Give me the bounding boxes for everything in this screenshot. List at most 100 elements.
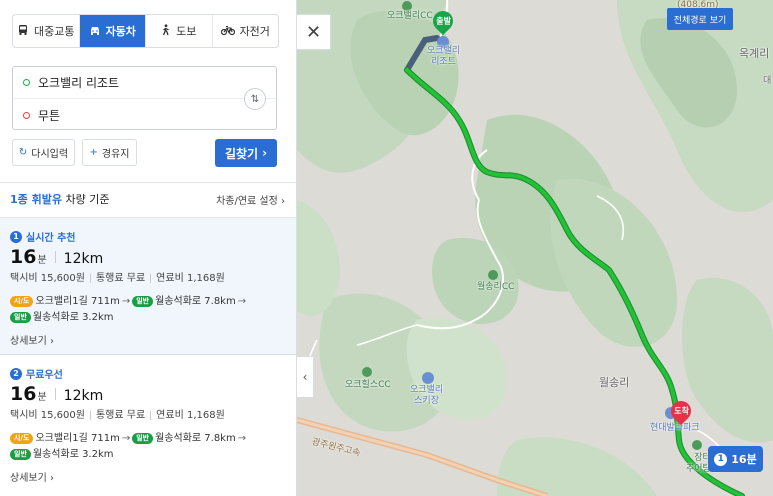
chevron-right-icon: › — [262, 146, 268, 160]
map-label-daehan: 대 — [763, 76, 772, 86]
road-type-badge: 일반 — [10, 311, 31, 323]
fuel-cost: 연료비 1,168원 — [156, 273, 225, 284]
result-header: 2 무료우선 — [10, 366, 287, 381]
map-label-oak-cc: 오크밸리CC — [387, 11, 433, 21]
result-roads: 시/도 오크밸리1길 711m → 일반 월송석화로 7.8km → 일반 월송석화로 3.… — [10, 294, 287, 326]
road-type-badge: 시/도 — [10, 432, 34, 444]
route-time-label: 16분 — [731, 453, 757, 466]
result-costs: 택시비 15,600원 통행료 무료 연료비 1,168원 — [10, 269, 287, 284]
route-result-2[interactable]: 2 무료우선 16 분 12km 택시비 15,600원 통행료 무료 연료비 1,… — [0, 355, 296, 496]
result-label: 실시간 추천 — [26, 233, 76, 244]
road-segment: 월송석화로 3.2km — [32, 312, 114, 323]
end-marker-label: 도착 — [673, 406, 689, 416]
road-segment: 월송석화로 7.8km — [155, 296, 236, 307]
origin-field[interactable]: 오크밸리 리조트 — [13, 67, 276, 99]
result-number-badge: 2 — [10, 367, 22, 380]
taxi-fare: 택시비 15,600원 — [10, 273, 85, 284]
swap-arrows-icon: ⇅ — [250, 93, 260, 105]
tab-walk[interactable]: 도보 — [146, 15, 213, 47]
result-roads: 시/도 오크밸리1길 711m → 일반 월송석화로 7.8km → 일반 월송석화로 3.… — [10, 431, 287, 463]
road-type-badge: 일반 — [10, 448, 31, 460]
vehicle-settings-label: 차종/연료 설정 — [216, 195, 278, 207]
tab-bike[interactable]: 자전거 — [213, 15, 279, 47]
result-distance: 12km — [63, 388, 104, 404]
road-type-badge: 일반 — [132, 432, 154, 444]
waypoint-label: 경유지 — [101, 149, 130, 160]
vehicle-basis: 1종 휘발유 차량 기준 — [10, 191, 109, 207]
fuel-cost: 연료비 1,168원 — [156, 410, 225, 421]
origin-dot-icon — [23, 79, 30, 86]
separator — [54, 388, 56, 400]
add-waypoint-button[interactable]: + 경유지 — [82, 139, 137, 166]
road-segment: 오크밸리1길 711m — [35, 296, 120, 307]
tab-transit[interactable]: 대중교통 — [13, 15, 80, 47]
search-route-label: 길찾기 — [224, 146, 259, 161]
map-label-hyundai: 현대발라파크 — [650, 423, 700, 433]
map-label-okgye: 옥계리 — [739, 47, 770, 60]
toll-fee: 통행료 무료 — [95, 410, 146, 421]
arrow-right-icon: → — [237, 296, 247, 307]
directions-panel: 대중교통 자동차 도보 자전거 오크밸리 리조트 무튼 ⇅ ↻ 다시입력 + 경… — [0, 0, 297, 496]
vehicle-type-link[interactable]: 1종 휘발유 — [10, 193, 62, 206]
divider — [0, 182, 296, 183]
road-segment: 월송석화로 3.2km — [32, 449, 114, 460]
swap-route-button[interactable]: ⇅ — [244, 88, 266, 110]
result-costs: 택시비 15,600원 통행료 무료 연료비 1,168원 — [10, 406, 287, 421]
result-number-badge: 1 — [10, 230, 22, 243]
result-time-unit: 분 — [37, 392, 47, 403]
walk-icon — [161, 24, 171, 38]
close-panel-button[interactable]: ✕ — [297, 14, 331, 50]
map-label-wolsong-ri: 월송리 — [599, 376, 630, 389]
reset-label: 다시입력 — [31, 149, 69, 160]
separator — [54, 251, 56, 263]
refresh-icon: ↻ — [18, 147, 28, 158]
vehicle-basis-suffix: 차량 기준 — [65, 193, 110, 206]
route-actions: ↻ 다시입력 + 경유지 길찾기 › — [12, 139, 277, 167]
search-route-button[interactable]: 길찾기 › — [215, 139, 277, 167]
arrow-right-icon: → — [237, 433, 247, 444]
vehicle-settings-row: 1종 휘발유 차량 기준 차종/연료 설정 › — [10, 190, 285, 208]
destination-field[interactable]: 무튼 — [13, 99, 276, 131]
map-label-wolsong-cc: 월송리CC — [477, 282, 515, 292]
bus-icon — [17, 24, 29, 38]
toll-fee: 통행료 무료 — [95, 273, 146, 284]
details-link[interactable]: 상세보기 › — [10, 469, 287, 484]
result-label: 무료우선 — [26, 370, 63, 381]
result-header: 1 실시간 추천 — [10, 229, 287, 244]
route-result-1[interactable]: 1 실시간 추천 16 분 12km 택시비 15,600원 통행료 무료 연료비 … — [0, 217, 296, 355]
close-icon: ✕ — [305, 21, 322, 43]
tab-transit-label: 대중교통 — [34, 25, 75, 38]
result-time: 16 — [10, 246, 37, 268]
full-route-button[interactable]: 전체경로 보기 — [667, 8, 733, 30]
result-distance: 12km — [63, 251, 104, 267]
reset-button[interactable]: ↻ 다시입력 — [12, 139, 75, 166]
transport-mode-tabs: 대중교통 자동차 도보 자전거 — [12, 14, 279, 48]
map-canvas — [297, 0, 773, 496]
bike-icon — [220, 24, 235, 38]
result-summary: 16 분 12km — [10, 246, 287, 268]
map-label-ski: 오크밸리 스키장 — [410, 385, 444, 406]
road-segment: 오크밸리1길 711m — [35, 433, 120, 444]
collapse-panel-button[interactable]: ‹ — [297, 356, 314, 398]
chevron-right-icon: › — [281, 195, 285, 207]
tab-walk-label: 도보 — [176, 25, 197, 38]
vehicle-settings-link[interactable]: 차종/연료 설정 › — [216, 192, 285, 207]
route-time-pill[interactable]: 1 16분 — [708, 446, 763, 472]
map-view[interactable]: 오크밸리CC 오크밸리 리조트 월송리CC 오크힐스CC 오크밸리 스키장 월송리 … — [297, 0, 773, 496]
map-label-oakhills-cc: 오크힐스CC — [345, 380, 391, 390]
route-input-box: 오크밸리 리조트 무튼 ⇅ — [12, 66, 277, 130]
route-number-badge: 1 — [714, 452, 728, 466]
destination-value: 무튼 — [38, 108, 61, 123]
chevron-right-icon: › — [46, 336, 54, 347]
result-summary: 16 분 12km — [10, 383, 287, 405]
road-type-badge: 시/도 — [10, 295, 34, 307]
origin-value: 오크밸리 리조트 — [38, 76, 120, 90]
road-type-badge: 일반 — [132, 295, 154, 307]
start-marker-label: 출발 — [435, 16, 451, 26]
chevron-left-icon: ‹ — [302, 370, 308, 384]
tab-car[interactable]: 자동차 — [79, 15, 146, 47]
map-label-oak-resort: 오크밸리 리조트 — [427, 46, 461, 67]
details-link[interactable]: 상세보기 › — [10, 332, 287, 347]
car-icon — [89, 24, 101, 38]
arrow-right-icon: → — [121, 296, 131, 307]
